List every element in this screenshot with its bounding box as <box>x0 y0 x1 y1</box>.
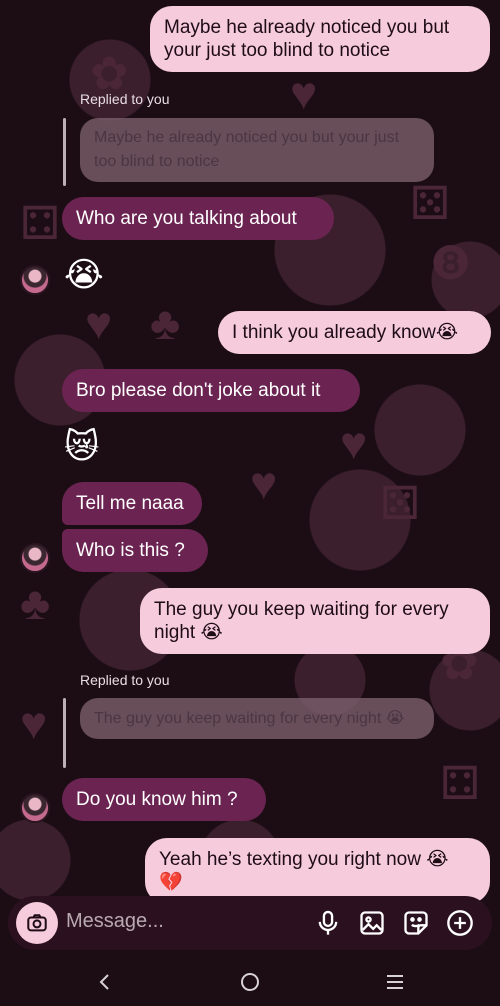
received-message[interactable]: Who are you talking about <box>62 197 334 240</box>
message-text: I think you already know <box>232 322 436 343</box>
camera-button[interactable] <box>16 902 58 944</box>
sent-message[interactable]: Maybe he already noticed you but your ju… <box>150 6 490 72</box>
back-nav-icon[interactable] <box>93 970 117 994</box>
quoted-text: The guy you keep waiting for every night <box>94 710 382 727</box>
gallery-icon[interactable] <box>358 909 386 937</box>
received-message[interactable]: Tell me naaa <box>62 482 202 525</box>
wallpaper-motif: ⚄ <box>410 177 450 229</box>
message-text: Tell me naaa <box>76 493 184 514</box>
emoji-message[interactable]: 😿 <box>64 430 99 464</box>
sent-message[interactable]: I think you already know😭 <box>218 311 491 354</box>
sent-message[interactable]: Yeah he’s texting you right now 😭 💔 <box>145 838 490 904</box>
wallpaper-motif: ♣ <box>150 297 181 349</box>
received-message[interactable]: Bro please don't joke about it <box>62 369 360 412</box>
message-text: Bro please don't joke about it <box>76 380 321 401</box>
message-emoji: 💔 <box>159 871 183 893</box>
system-nav-bar <box>0 958 500 1006</box>
message-text: Maybe he already noticed you but your ju… <box>164 17 450 61</box>
wallpaper-motif: ♥ <box>250 457 278 509</box>
message-text: Do you know him ? <box>76 789 238 810</box>
emoji-message[interactable]: 😭 <box>64 258 104 292</box>
avatar[interactable] <box>20 793 50 823</box>
quoted-message[interactable]: Maybe he already noticed you but your ju… <box>80 118 434 182</box>
wallpaper-motif: ♣ <box>20 577 51 629</box>
wallpaper-motif: ⚃ <box>440 757 480 809</box>
message-emoji: 😭 <box>426 848 449 870</box>
avatar[interactable] <box>20 543 50 573</box>
avatar[interactable] <box>20 265 50 295</box>
message-composer: Message... <box>8 896 492 950</box>
mic-icon[interactable] <box>314 909 342 937</box>
replied-to-label: Replied to you <box>80 91 170 107</box>
wallpaper-motif: ♥ <box>290 67 318 119</box>
wallpaper-motif: ♥ <box>340 417 368 469</box>
message-emoji: 😭 <box>200 621 223 643</box>
wallpaper-motif: ⚄ <box>380 477 420 529</box>
plus-icon[interactable] <box>446 909 474 937</box>
recents-nav-icon[interactable] <box>383 970 407 994</box>
wallpaper-motif: ❽ <box>430 237 472 289</box>
wallpaper-motif: ♥ <box>20 697 48 749</box>
home-nav-icon[interactable] <box>238 970 262 994</box>
message-emoji: 😭 <box>435 321 459 343</box>
message-text: Who are you talking about <box>76 208 297 229</box>
received-message[interactable]: Who is this ? <box>62 529 208 572</box>
sent-message[interactable]: The guy you keep waiting for every night… <box>140 588 490 654</box>
sticker-icon[interactable] <box>402 909 430 937</box>
message-input[interactable]: Message... <box>66 910 164 933</box>
wallpaper-motif: ✿ <box>90 47 129 99</box>
reply-bar <box>63 118 66 186</box>
message-text: Who is this ? <box>76 540 185 561</box>
message-text: Yeah he’s texting you right now <box>159 849 421 870</box>
received-message[interactable]: Do you know him ? <box>62 778 266 821</box>
replied-to-label: Replied to you <box>80 672 170 688</box>
quoted-emoji: 😭 <box>385 708 405 727</box>
wallpaper-motif: ♥ <box>85 297 113 349</box>
message-text: The guy you keep waiting for every night <box>154 599 449 643</box>
wallpaper-motif: ⚃ <box>20 197 60 249</box>
reply-bar <box>63 698 66 768</box>
camera-icon <box>27 914 47 932</box>
quoted-message[interactable]: The guy you keep waiting for every night… <box>80 698 434 739</box>
